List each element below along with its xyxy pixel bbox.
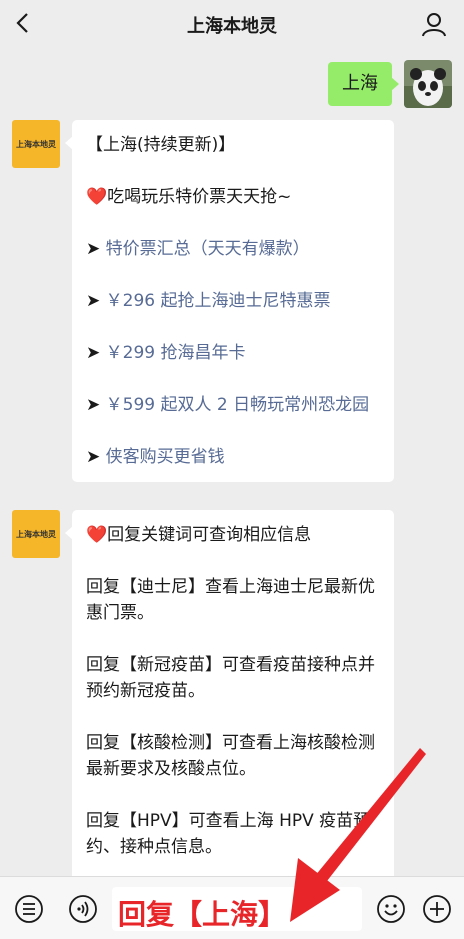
user-avatar[interactable] bbox=[404, 60, 452, 108]
profile-icon[interactable] bbox=[420, 10, 448, 38]
keyword-line: 回复【迪士尼】查看上海迪士尼最新优惠门票。 bbox=[86, 577, 375, 623]
promo-link-row[interactable]: ➤ ￥599 起双人 2 日畅玩常州恐龙园 bbox=[86, 392, 380, 418]
message-card-promotions: 【上海(持续更新)】 ❤️吃喝玩乐特价票天天抢~ ➤ 特价票汇总（天天有爆款） … bbox=[65, 120, 394, 482]
promo-link-row[interactable]: ➤ 特价票汇总（天天有爆款） bbox=[86, 236, 380, 262]
top-bar: 上海本地灵 bbox=[0, 0, 464, 48]
card-intro: ❤️吃喝玩乐特价票天天抢~ bbox=[86, 187, 292, 207]
heart-icon: ❤️ bbox=[86, 187, 108, 207]
card-heading: 【上海(持续更新)】 bbox=[86, 135, 236, 155]
arrow-bullet-icon: ➤ bbox=[86, 395, 101, 415]
heart-icon: ❤️ bbox=[86, 525, 108, 545]
keyword-line: 回复【新冠疫苗】可查看疫苗接种点并预约新冠疫苗。 bbox=[86, 655, 375, 701]
input-text: 回复【上海】 bbox=[118, 898, 287, 931]
account-avatar[interactable]: 上海本地灵 bbox=[12, 120, 60, 168]
arrow-bullet-icon: ➤ bbox=[86, 291, 101, 311]
promo-link-row[interactable]: ➤ 侠客购买更省钱 bbox=[86, 444, 380, 470]
account-avatar[interactable]: 上海本地灵 bbox=[12, 510, 60, 558]
card-intro: ❤️回复关键词可查询相应信息 bbox=[86, 525, 312, 545]
promo-link[interactable]: 特价票汇总（天天有爆款） bbox=[106, 239, 310, 259]
menu-list-icon[interactable] bbox=[14, 894, 44, 924]
user-message-row: 上海 bbox=[252, 60, 452, 108]
user-message-bubble[interactable]: 上海 bbox=[328, 62, 399, 106]
chat-title: 上海本地灵 bbox=[187, 16, 277, 37]
promo-link[interactable]: 侠客购买更省钱 bbox=[106, 447, 225, 467]
promo-link[interactable]: ￥299 抢海昌年卡 bbox=[106, 343, 246, 363]
annotation-arrow-icon bbox=[290, 748, 426, 922]
arrow-bullet-icon: ➤ bbox=[86, 343, 101, 363]
promo-link[interactable]: ￥599 起双人 2 日畅玩常州恐龙园 bbox=[106, 395, 369, 415]
promo-link-row[interactable]: ➤ ￥296 起抢上海迪士尼特惠票 bbox=[86, 288, 380, 314]
voice-icon[interactable] bbox=[68, 894, 98, 924]
promo-link[interactable]: ￥296 起抢上海迪士尼特惠票 bbox=[106, 291, 331, 311]
arrow-bullet-icon: ➤ bbox=[86, 239, 101, 259]
promo-link-row[interactable]: ➤ ￥299 抢海昌年卡 bbox=[86, 340, 380, 366]
arrow-bullet-icon: ➤ bbox=[86, 447, 101, 467]
